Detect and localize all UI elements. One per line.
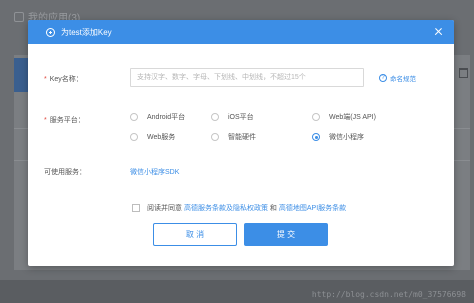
add-circle-icon xyxy=(46,27,55,37)
platform-label: * 服务平台： xyxy=(44,117,85,124)
radio-web-js-api[interactable]: Web端(JS API) xyxy=(312,112,376,122)
dialog-title: 为test添加Key xyxy=(61,27,112,37)
radio-circle xyxy=(211,133,219,141)
terms-privacy-link[interactable]: 高德服务条款及隐私权政策 xyxy=(184,203,268,213)
radio-ios[interactable]: iOS平台 xyxy=(211,112,254,122)
radio-circle xyxy=(130,133,138,141)
background-accent-bar xyxy=(14,58,28,92)
close-icon[interactable] xyxy=(433,25,445,37)
naming-rules-link[interactable]: ? 命名规范 xyxy=(379,73,416,83)
agreement-conjunction: 和 xyxy=(269,205,277,212)
submit-button[interactable]: 提 交 xyxy=(244,223,328,246)
radio-circle xyxy=(130,113,138,121)
api-terms-link[interactable]: 高德地图API服务条款 xyxy=(279,203,346,213)
services-label: 可使用服务： xyxy=(44,169,86,176)
service-link[interactable]: 微信小程序SDK xyxy=(130,167,179,177)
radio-circle xyxy=(312,113,320,121)
required-mark: * xyxy=(44,76,47,83)
agreement-prefix: 阅读并同意 xyxy=(147,205,182,212)
app-icon xyxy=(14,12,24,22)
cancel-button[interactable]: 取 消 xyxy=(153,223,237,246)
dialog-header: 为test添加Key xyxy=(28,20,454,44)
key-name-input[interactable] xyxy=(130,68,364,87)
agreement-checkbox[interactable] xyxy=(132,204,140,212)
agreement-row: 阅读并同意 高德服务条款及隐私权政策 和 高德地图API服务条款 xyxy=(132,203,346,213)
radio-smart-hardware[interactable]: 智能硬件 xyxy=(211,132,256,142)
required-mark: * xyxy=(44,117,47,124)
add-key-dialog: 为test添加Key *Key名称： ? 命名规范 *服务平台： Android… xyxy=(28,20,454,266)
radio-wechat-miniprogram[interactable]: 微信小程序 xyxy=(312,132,364,142)
radio-web-service[interactable]: Web服务 xyxy=(130,132,175,142)
radio-circle xyxy=(211,113,219,121)
trash-icon xyxy=(459,68,468,78)
radio-circle xyxy=(312,133,320,141)
watermark: http://blog.csdn.net/m0_37576698 xyxy=(311,290,466,299)
help-icon: ? xyxy=(379,74,387,82)
radio-android[interactable]: Android平台 xyxy=(130,112,185,122)
key-name-label: * Key名称： xyxy=(44,76,83,83)
